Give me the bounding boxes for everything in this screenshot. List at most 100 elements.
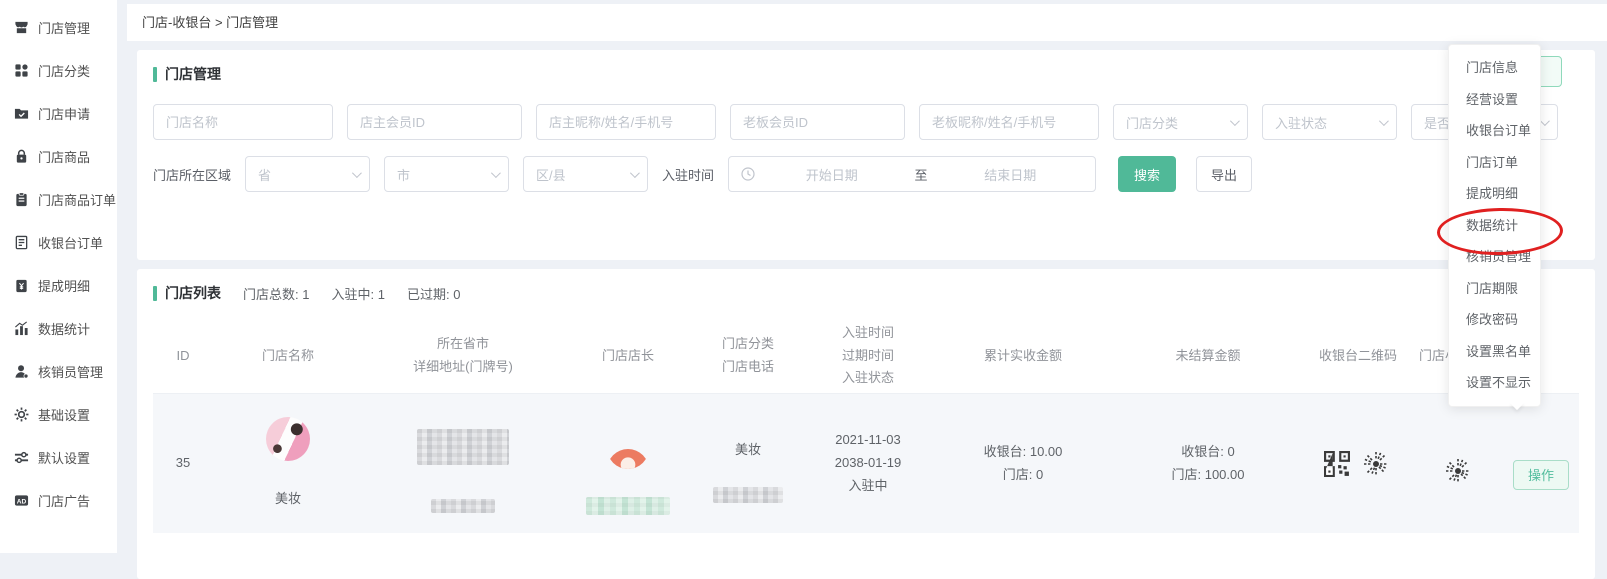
province-select[interactable]: 省: [245, 156, 370, 192]
store-name-label: 美妆: [213, 488, 363, 511]
select-placeholder: 市: [397, 165, 410, 184]
owner-nickname-input[interactable]: [536, 104, 716, 140]
owner-member-id-input[interactable]: [347, 104, 522, 140]
chevron-down-icon: [491, 168, 501, 178]
sidebar-item-label: 门店分类: [38, 61, 90, 80]
sidebar-item-label: 核销员管理: [38, 362, 103, 381]
col-store-name: 门店名称: [213, 345, 363, 368]
section-accent-bar: [153, 67, 157, 82]
commission-icon: [14, 278, 29, 293]
menu-item-change-password[interactable]: 修改密码: [1449, 304, 1540, 336]
menu-item-data-statistics[interactable]: 数据统计: [1449, 210, 1540, 242]
chevron-down-icon: [352, 168, 362, 178]
section-accent-bar: [153, 286, 157, 301]
sidebar-item-store-category[interactable]: 门店分类: [0, 49, 117, 92]
store-avatar[interactable]: [266, 417, 310, 461]
table-header: ID 门店名称 所在省市 详细地址(门牌号) 门店店长 门店分类 门店电话 入驻…: [153, 319, 1579, 393]
export-button[interactable]: 导出: [1196, 156, 1252, 192]
select-placeholder: 省: [258, 165, 271, 184]
col-manager: 门店店长: [563, 345, 693, 368]
sidebar-item-label: 基础设置: [38, 405, 90, 424]
sidebar-item-label: 门店商品订单: [38, 190, 116, 209]
sidebar-item-label: 数据统计: [38, 319, 90, 338]
col-id: ID: [153, 345, 213, 368]
end-date-placeholder[interactable]: 结束日期: [938, 165, 1084, 184]
cell-received-amount: 收银台: 10.00 门店: 0: [933, 441, 1113, 487]
date-range-picker[interactable]: 开始日期 至 结束日期: [728, 156, 1096, 192]
cell-unsettled-amount: 收银台: 0 门店: 100.00: [1113, 441, 1303, 487]
store-category-select[interactable]: 门店分类: [1113, 104, 1248, 140]
manager-avatar[interactable]: [607, 427, 649, 469]
chevron-down-icon: [1379, 116, 1389, 126]
select-placeholder: 入驻状态: [1275, 113, 1327, 132]
chevron-down-icon: [1540, 116, 1550, 126]
filter-title: 门店管理: [165, 64, 221, 84]
filter-card: 门店管理 门店分类 入驻状态 是否连锁店 门店所在区域 省: [137, 50, 1595, 260]
sidebar-item-cashier-orders[interactable]: 收银台订单: [0, 221, 117, 264]
menu-item-commission-details[interactable]: 提成明细: [1449, 178, 1540, 210]
sidebar-item-store-management[interactable]: 门店管理: [0, 6, 117, 49]
sidebar-item-store-goods[interactable]: 门店商品: [0, 135, 117, 178]
cell-time-status: 2021-11-03 2038-01-19 入驻中: [803, 429, 933, 497]
sidebar-item-store-goods-orders[interactable]: 门店商品订单: [0, 178, 117, 221]
lock-bag-icon: [14, 149, 29, 164]
list-section-title: 门店列表: [153, 283, 221, 303]
sidebar-item-default-settings[interactable]: 默认设置: [0, 436, 117, 479]
menu-item-cashier-orders[interactable]: 收银台订单: [1449, 115, 1540, 147]
sidebar-item-label: 门店广告: [38, 491, 90, 510]
clock-icon: [741, 167, 755, 181]
cell-manager: [563, 404, 693, 523]
boss-nickname-input[interactable]: [919, 104, 1099, 140]
settle-time-label: 入驻时间: [662, 165, 714, 184]
category-label: 美妆: [693, 439, 803, 462]
sidebar-item-basic-settings[interactable]: 基础设置: [0, 393, 117, 436]
col-time-status: 入驻时间 过期时间 入驻状态: [803, 322, 933, 390]
city-select[interactable]: 市: [384, 156, 509, 192]
menu-item-set-blacklist[interactable]: 设置黑名单: [1449, 336, 1540, 368]
sidebar-item-data-statistics[interactable]: 数据统计: [0, 307, 117, 350]
menu-item-business-settings[interactable]: 经营设置: [1449, 84, 1540, 116]
row-action-button[interactable]: 操作: [1513, 460, 1569, 490]
folder-check-icon: [14, 106, 29, 121]
sidebar-item-commission-details[interactable]: 提成明细: [0, 264, 117, 307]
mini-program-code-icon[interactable]: [1360, 448, 1392, 480]
menu-item-set-hidden[interactable]: 设置不显示: [1449, 367, 1540, 399]
menu-item-store-term[interactable]: 门店期限: [1449, 273, 1540, 305]
boss-member-id-input[interactable]: [730, 104, 905, 140]
phone-redacted: [713, 487, 783, 503]
breadcrumb: 门店-收银台 > 门店管理: [127, 4, 1607, 41]
col-address: 所在省市 详细地址(门牌号): [363, 333, 563, 379]
menu-item-verifier-management[interactable]: 核销员管理: [1449, 241, 1540, 273]
grid-icon: [14, 63, 29, 78]
filter-row-1: 门店分类 入驻状态 是否连锁店: [153, 104, 1579, 140]
cell-cashier-qrcode: [1303, 448, 1413, 480]
settle-status-select[interactable]: 入驻状态: [1262, 104, 1397, 140]
menu-item-store-info[interactable]: 门店信息: [1449, 52, 1540, 84]
menu-item-store-orders[interactable]: 门店订单: [1449, 147, 1540, 179]
sidebar-item-label: 门店申请: [38, 104, 90, 123]
col-category-phone: 门店分类 门店电话: [693, 333, 803, 379]
col-received-amount: 累计实收金额: [933, 345, 1113, 368]
bar-chart-icon: [14, 321, 29, 336]
qr-code-icon[interactable]: [1324, 451, 1350, 477]
start-date-placeholder[interactable]: 开始日期: [759, 165, 905, 184]
clipboard-icon: [14, 192, 29, 207]
sidebar-item-store-ads[interactable]: AD 门店广告: [0, 479, 117, 522]
sidebar-item-store-application[interactable]: 门店申请: [0, 92, 117, 135]
select-placeholder: 区/县: [536, 165, 566, 184]
sidebar-item-verifier-management[interactable]: 核销员管理: [0, 350, 117, 393]
col-cashier-qrcode: 收银台二维码: [1303, 345, 1413, 368]
filter-row-2: 门店所在区域 省 市 区/县 入驻时间 开始日期 至 结束日期 搜索 导出: [153, 156, 1579, 192]
gear-icon: [14, 407, 29, 422]
store-name-input[interactable]: [153, 104, 333, 140]
search-button[interactable]: 搜索: [1118, 156, 1176, 192]
sidebar-item-label: 提成明细: [38, 276, 90, 295]
sidebar-item-label: 默认设置: [38, 448, 90, 467]
mini-program-code-icon[interactable]: [1442, 455, 1474, 487]
address-line2-redacted: [431, 499, 495, 513]
cell-address: [363, 407, 563, 521]
date-separator: 至: [909, 165, 934, 184]
district-select[interactable]: 区/县: [523, 156, 648, 192]
ad-icon: AD: [14, 493, 29, 508]
main-content: 门店-收银台 > 门店管理 门店管理 门店分类 入驻状态 是否连锁店: [117, 0, 1607, 553]
